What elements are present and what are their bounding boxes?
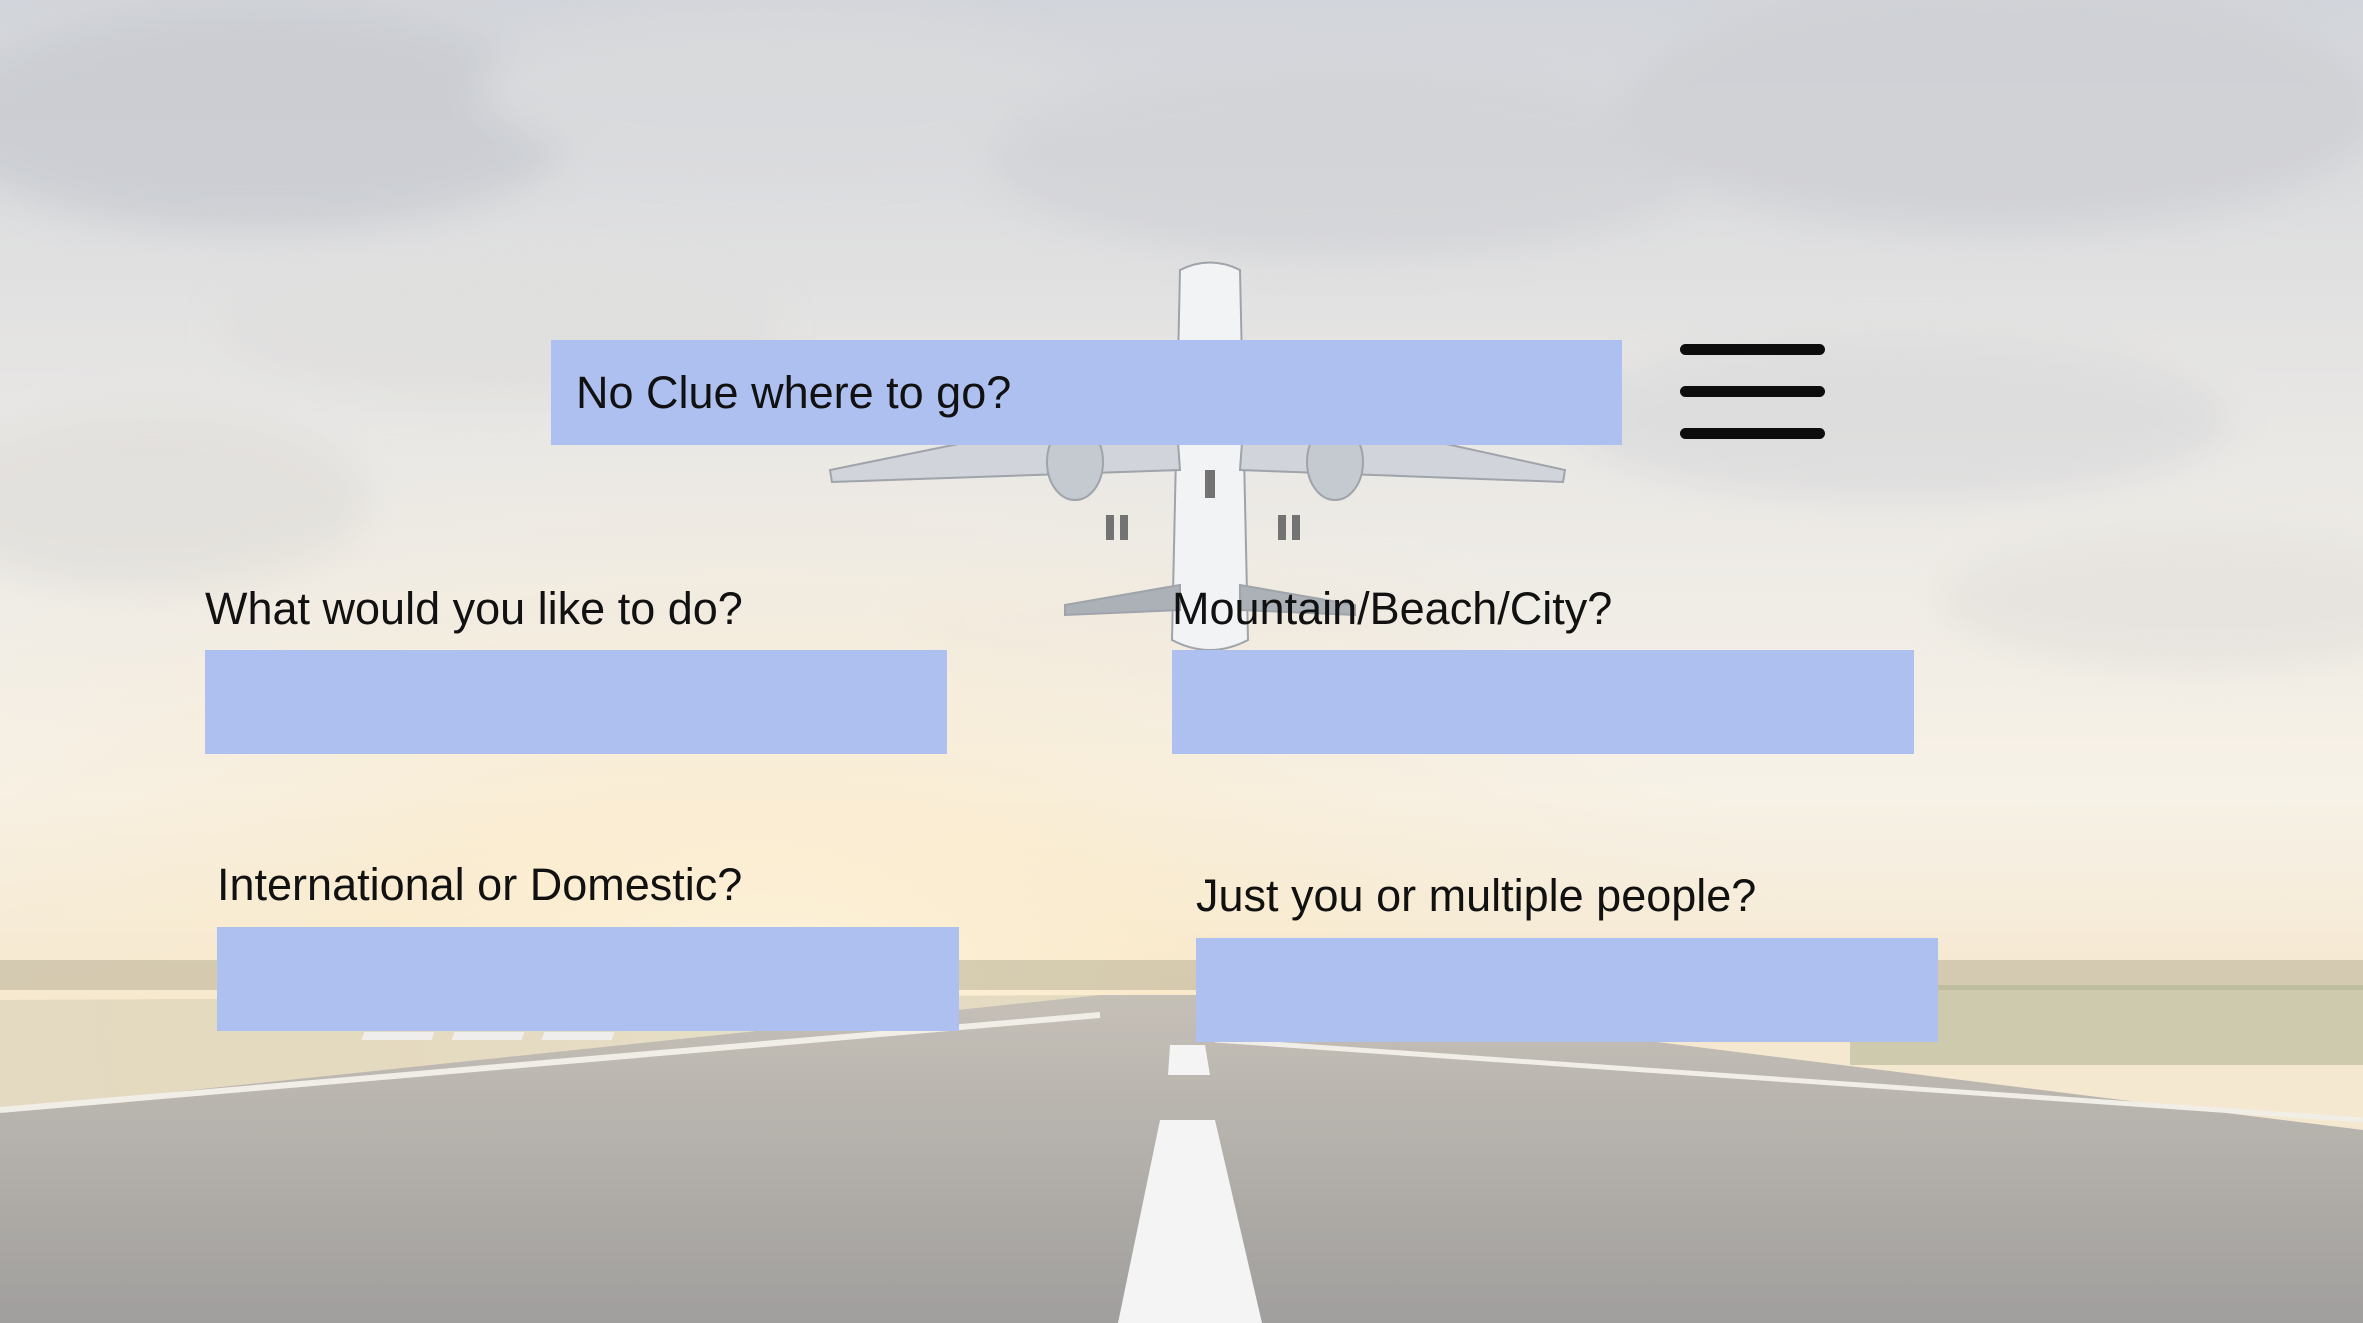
terrain-label: Mountain/Beach/City? [1172, 583, 1613, 634]
terrain-input[interactable] [1172, 650, 1914, 754]
party-label: Just you or multiple people? [1196, 870, 1757, 921]
hamburger-menu-icon[interactable] [1678, 340, 1828, 445]
page-title: No Clue where to go? [551, 340, 1622, 445]
scope-input[interactable] [217, 927, 959, 1031]
activity-label: What would you like to do? [205, 583, 743, 634]
scope-label: International or Domestic? [217, 859, 743, 910]
party-input[interactable] [1196, 938, 1938, 1042]
activity-input[interactable] [205, 650, 947, 754]
